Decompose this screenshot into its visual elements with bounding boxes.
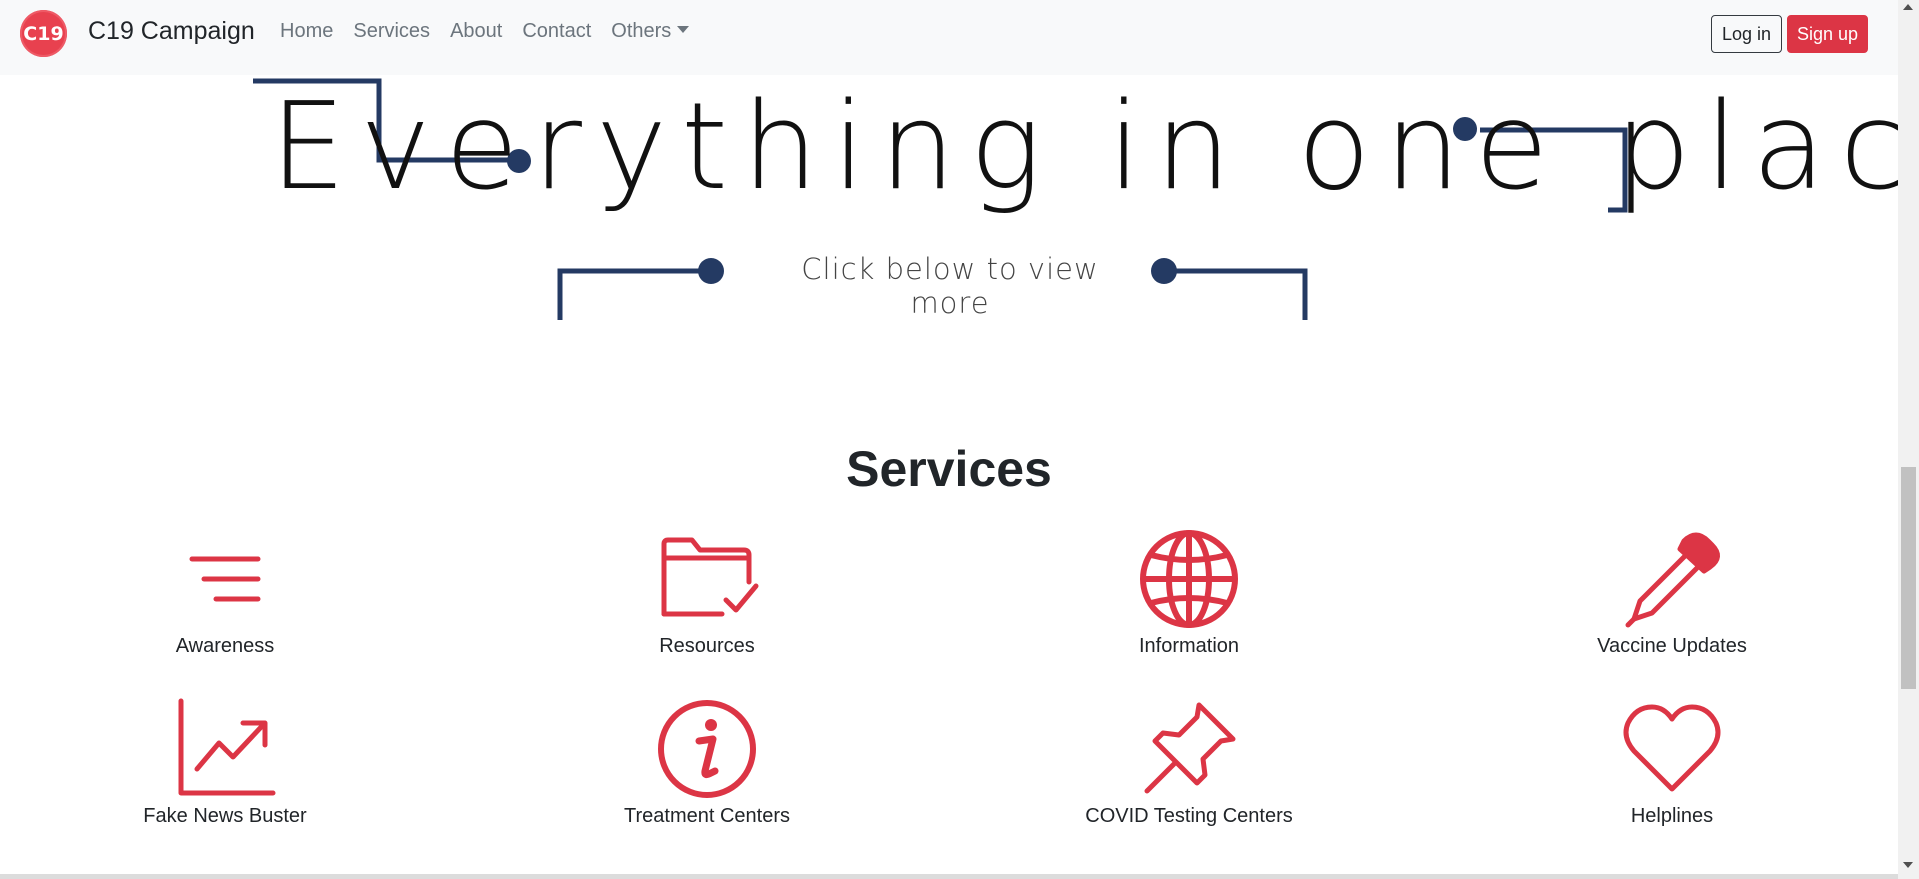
scroll-up-icon[interactable] bbox=[1903, 4, 1913, 10]
logo[interactable]: C19 bbox=[20, 10, 67, 57]
service-covid-testing-centers[interactable]: COVID Testing Centers bbox=[1039, 695, 1339, 828]
service-label: Awareness bbox=[175, 635, 275, 657]
caret-down-icon bbox=[677, 26, 690, 34]
service-helplines[interactable]: Helplines bbox=[1522, 695, 1822, 828]
service-label: COVID Testing Centers bbox=[1085, 805, 1293, 827]
vertical-scrollbar[interactable] bbox=[1898, 0, 1919, 879]
service-label: Vaccine Updates bbox=[1597, 635, 1747, 657]
horizontal-scrollbar[interactable] bbox=[0, 874, 1898, 879]
signup-button[interactable]: Sign up bbox=[1787, 15, 1868, 53]
service-vaccine-updates[interactable]: Vaccine Updates bbox=[1522, 525, 1822, 658]
service-label: Fake News Buster bbox=[143, 805, 307, 827]
nav-others-label: Others bbox=[611, 20, 672, 42]
service-resources[interactable]: Resources bbox=[557, 525, 857, 658]
service-label: Resources bbox=[659, 635, 755, 657]
service-label: Helplines bbox=[1630, 805, 1714, 827]
heart-icon bbox=[1522, 695, 1822, 803]
trending-chart-icon bbox=[75, 695, 375, 803]
nav-services[interactable]: Services bbox=[353, 20, 430, 43]
login-button[interactable]: Log in bbox=[1711, 15, 1782, 53]
service-label: Information bbox=[1138, 635, 1240, 657]
filter-lines-icon bbox=[75, 525, 375, 633]
services-heading: Services bbox=[846, 441, 1052, 497]
brand-name[interactable]: C19 Campaign bbox=[88, 17, 255, 46]
scroll-down-icon[interactable] bbox=[1903, 862, 1913, 868]
hero-title: Everything in one place bbox=[270, 78, 1919, 217]
globe-icon bbox=[1039, 525, 1339, 633]
dropper-icon bbox=[1522, 525, 1822, 633]
service-awareness[interactable]: Awareness bbox=[75, 525, 375, 658]
nav-contact[interactable]: Contact bbox=[522, 20, 591, 43]
scrollbar-thumb[interactable] bbox=[1901, 467, 1916, 689]
service-label: Treatment Centers bbox=[624, 805, 790, 827]
folder-check-icon bbox=[557, 525, 857, 633]
service-information[interactable]: Information bbox=[1039, 525, 1339, 658]
hero-subtitle: Click below to view more bbox=[801, 252, 1099, 320]
nav-others-dropdown[interactable]: Others bbox=[611, 20, 690, 43]
service-fake-news-buster[interactable]: Fake News Buster bbox=[75, 695, 375, 828]
info-circle-icon bbox=[557, 695, 857, 803]
pushpin-icon bbox=[1039, 695, 1339, 803]
service-treatment-centers[interactable]: Treatment Centers bbox=[557, 695, 857, 828]
nav-links: Home Services About Contact Others bbox=[280, 20, 709, 43]
navbar: C19 C19 Campaign Home Services About Con… bbox=[0, 0, 1898, 75]
nav-about[interactable]: About bbox=[450, 20, 502, 43]
nav-home[interactable]: Home bbox=[280, 20, 333, 43]
